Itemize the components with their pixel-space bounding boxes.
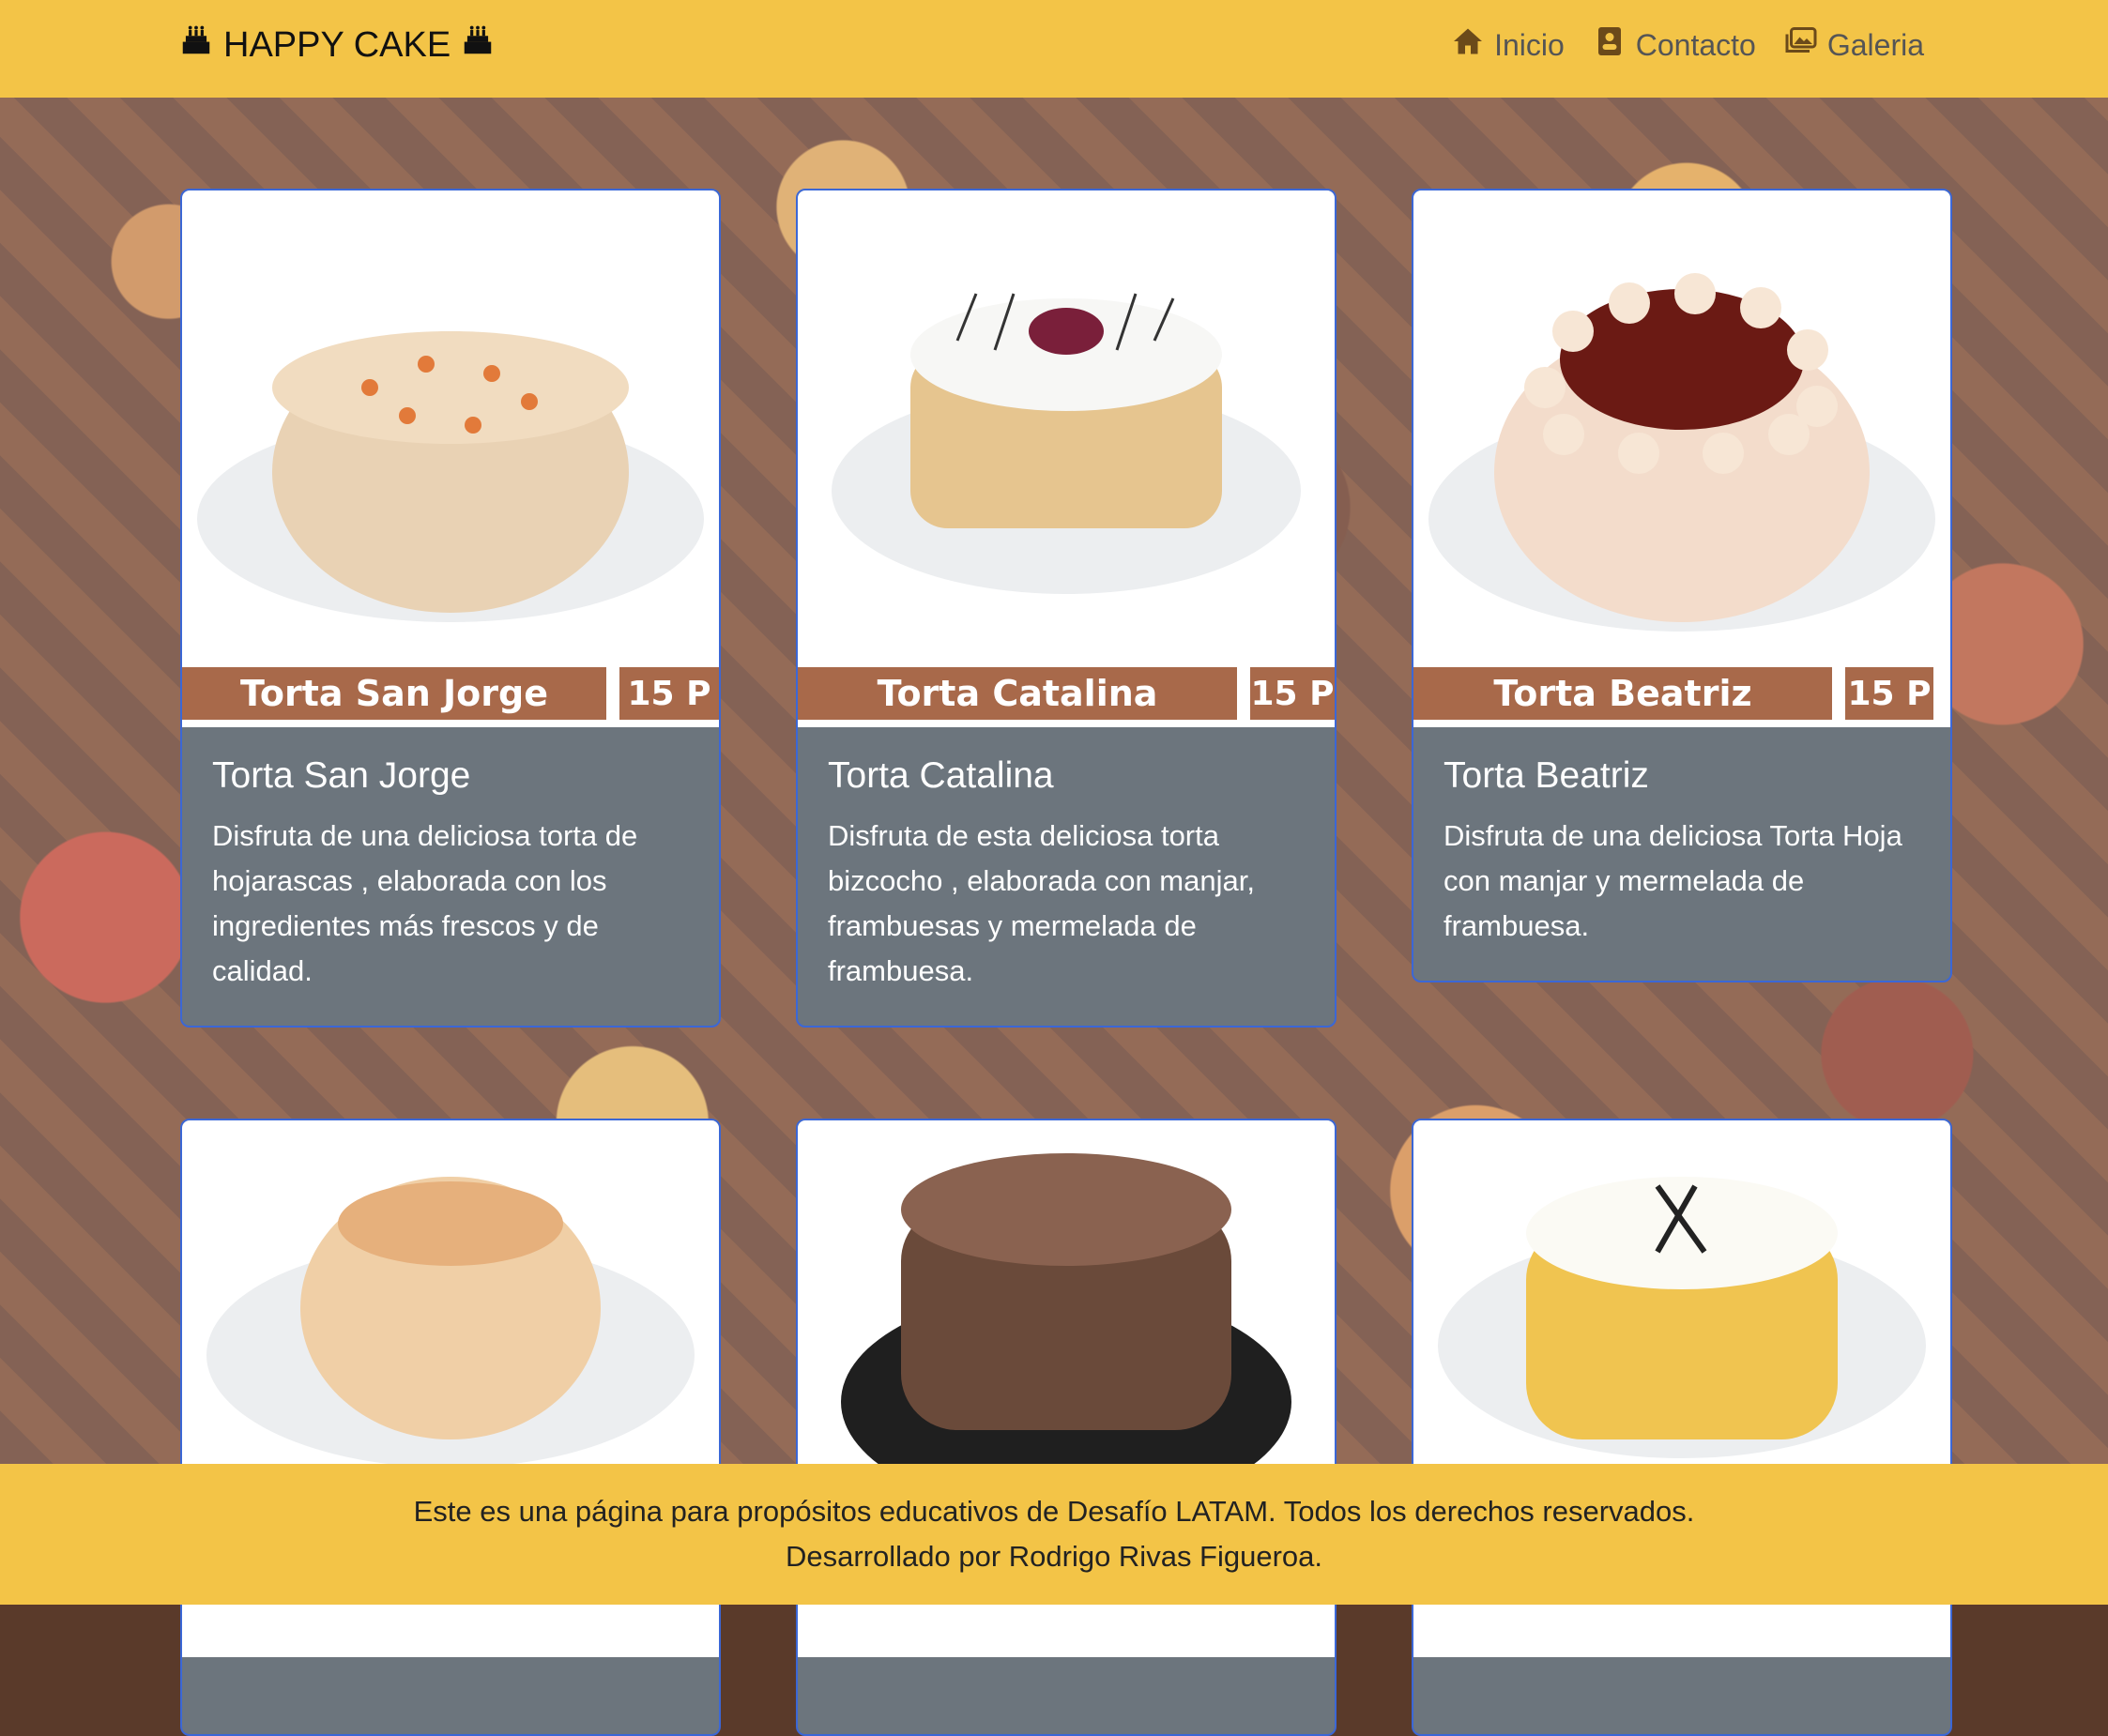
brand-name: HAPPY CAKE [223, 24, 451, 65]
cake-image-san-jorge: Torta San Jorge 15 P [182, 190, 719, 727]
birthday-cake-icon [460, 23, 496, 68]
card-body [182, 1657, 719, 1734]
footer-line-2: Desarrollado por Rodrigo Rivas Figueroa. [785, 1540, 1323, 1573]
nav-link-label: Contacto [1635, 27, 1756, 62]
footer: Este es una página para propósitos educa… [0, 1464, 2108, 1605]
card-title: Torta Beatriz [1444, 755, 1649, 796]
image-label-strip: Torta Beatriz 15 P [1413, 667, 1950, 720]
nav-links: Inicio Contacto Galeria [1451, 24, 1924, 66]
image-label-name: Torta Catalina [798, 667, 1237, 720]
card-description: Disfruta de una deliciosa Torta Hoja con… [1444, 819, 1902, 942]
card-body [798, 1657, 1335, 1734]
card-body [1413, 1657, 1950, 1734]
card-title: Torta Catalina [828, 755, 1054, 796]
images-icon [1784, 24, 1818, 66]
navbar: HAPPY CAKE Inicio Contacto Galeria [0, 0, 2108, 98]
cake-card[interactable] [180, 1119, 721, 1736]
card-description: Disfruta de esta deliciosa torta bizcoch… [828, 819, 1255, 987]
image-label-strip: Torta Catalina 15 P [798, 667, 1335, 720]
card-body: Torta San Jorge Disfruta de una delicios… [182, 727, 719, 1026]
image-label-strip: Torta San Jorge 15 P [182, 667, 719, 720]
contact-card-icon [1593, 24, 1627, 66]
card-body: Torta Catalina Disfruta de esta delicios… [798, 727, 1335, 1026]
card-body: Torta Beatriz Disfruta de una deliciosa … [1413, 727, 1950, 981]
cake-card[interactable] [1412, 1119, 1952, 1736]
cake-card[interactable]: Torta San Jorge 15 P Torta San Jorge Dis… [180, 189, 721, 1028]
cake-card[interactable]: Torta Beatriz 15 P Torta Beatriz Disfrut… [1412, 189, 1952, 982]
image-label-name: Torta Beatriz [1413, 667, 1832, 720]
cake-image-catalina: Torta Catalina 15 P [798, 190, 1335, 727]
footer-line-1: Este es una página para propósitos educa… [413, 1495, 1695, 1528]
image-label-price: 15 P [1845, 667, 1933, 720]
card-title: Torta San Jorge [212, 755, 471, 796]
cake-image-beatriz: Torta Beatriz 15 P [1413, 190, 1950, 727]
nav-link-label: Galeria [1826, 27, 1924, 62]
cake-card[interactable] [796, 1119, 1337, 1736]
image-label-price: 15 P [619, 667, 719, 720]
image-label-price: 15 P [1250, 667, 1335, 720]
card-description: Disfruta de una deliciosa torta de hojar… [212, 819, 638, 987]
house-icon [1451, 24, 1485, 66]
cake-card[interactable]: Torta Catalina 15 P Torta Catalina Disfr… [796, 189, 1337, 1028]
brand[interactable]: HAPPY CAKE [178, 23, 496, 68]
nav-link-galeria[interactable]: Galeria [1784, 24, 1924, 66]
nav-link-contacto[interactable]: Contacto [1593, 24, 1756, 66]
birthday-cake-icon [178, 23, 214, 68]
nav-link-inicio[interactable]: Inicio [1451, 24, 1565, 66]
image-label-name: Torta San Jorge [182, 667, 606, 720]
nav-link-label: Inicio [1494, 27, 1565, 62]
